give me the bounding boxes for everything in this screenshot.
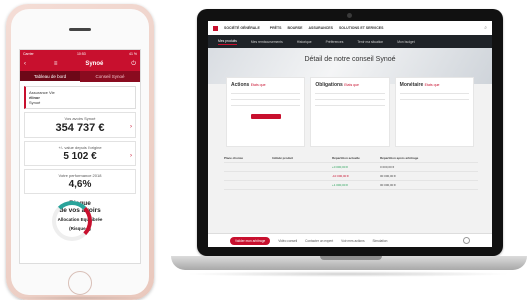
tab-tableau-de-bord[interactable]: Tableau de bord bbox=[20, 71, 80, 82]
search-icon[interactable]: ⌕ bbox=[484, 25, 487, 31]
nav-assurances[interactable]: ASSURANCES bbox=[308, 26, 333, 30]
subnav-mes-produits[interactable]: Mes produits bbox=[218, 39, 237, 45]
status-battery: 41 % bbox=[129, 51, 137, 56]
col-apres: Répartition après arbitrage bbox=[380, 156, 419, 160]
tab-conseil-synoe[interactable]: Conseil Synoé bbox=[80, 71, 140, 82]
help-icon[interactable] bbox=[463, 237, 470, 244]
card-actions: Actions Etats que bbox=[226, 77, 306, 147]
row-amount: 00 000,00 € bbox=[380, 174, 396, 178]
col-produit: Intitulé produit bbox=[272, 156, 293, 160]
nav-solutions[interactable]: SOLUTIONS ET SERVICES bbox=[339, 26, 383, 30]
camera-icon bbox=[347, 13, 352, 18]
menu-icon[interactable]: ≡ bbox=[54, 61, 58, 67]
status-time: 10:53 bbox=[76, 51, 86, 56]
stage: Carrier 10:53 41 % ‹ ≡ Synoé ⏻ Tableau d… bbox=[0, 0, 529, 300]
subnav-situation[interactable]: Tenir ma situation bbox=[357, 40, 383, 44]
row-delta: -10 000,00 € bbox=[332, 174, 349, 178]
table-header: Place choisie Intitulé produit Répartiti… bbox=[224, 154, 478, 163]
card-obligations-tag: Etats que bbox=[344, 83, 360, 87]
subnav-preferences[interactable]: Préférences bbox=[326, 40, 344, 44]
performance-label: Votre performance 2018 bbox=[58, 173, 102, 178]
link-simulation[interactable]: Simulation bbox=[373, 239, 388, 243]
card-obligations: Obligations Etats que bbox=[310, 77, 390, 147]
plus-value-label: +/- value depuis l'origine bbox=[58, 145, 102, 150]
phone-shadow bbox=[10, 296, 150, 300]
table-row[interactable]: -10 000,00 € 00 000,00 € bbox=[224, 172, 478, 181]
divider bbox=[231, 105, 301, 106]
performance-card: Votre performance 2018 4,6% bbox=[24, 169, 136, 194]
avoirs-value: 354 737 € bbox=[55, 122, 105, 134]
back-icon[interactable]: ‹ bbox=[24, 61, 26, 67]
performance-value: 4,6% bbox=[68, 179, 92, 190]
arbitrage-table: Place choisie Intitulé produit Répartiti… bbox=[224, 154, 478, 190]
divider bbox=[315, 93, 385, 94]
subnav-historique[interactable]: Historique bbox=[297, 40, 312, 44]
avoirs-label: Vos avoirs Synoé bbox=[64, 116, 96, 121]
status-carrier: Carrier bbox=[23, 51, 34, 56]
laptop-notch bbox=[320, 256, 382, 260]
row-amount: 0 000,00 € bbox=[380, 165, 395, 169]
laptop-shadow bbox=[185, 271, 511, 277]
bank-logo[interactable] bbox=[213, 25, 218, 31]
link-video[interactable]: Vidéo conseil bbox=[278, 239, 297, 243]
card-actions-title: Actions bbox=[231, 82, 250, 88]
allocation-cards: Actions Etats que Obligations Etats que … bbox=[226, 77, 474, 147]
divider bbox=[399, 93, 469, 94]
nav-prets[interactable]: PRÊTS bbox=[270, 26, 282, 30]
divider bbox=[231, 93, 301, 94]
card-monetaire-title: Monétaire bbox=[399, 82, 424, 88]
brand-name[interactable]: SOCIÉTÉ GÉNÉRALE bbox=[224, 26, 260, 30]
account-product: Synoé bbox=[29, 100, 41, 105]
account-card[interactable]: Assurance Vie élinor Synoé bbox=[24, 86, 136, 109]
row-delta: +1 000,00 € bbox=[332, 183, 348, 187]
home-button[interactable] bbox=[68, 271, 92, 295]
col-actuelle: Répartition actuelle bbox=[332, 156, 360, 160]
phone-device: Carrier 10:53 41 % ‹ ≡ Synoé ⏻ Tableau d… bbox=[6, 4, 154, 300]
table-row[interactable]: +0 000,00 € 0 000,00 € bbox=[224, 163, 478, 172]
laptop-screen: SOCIÉTÉ GÉNÉRALE PRÊTS BOURSE ASSURANCES… bbox=[208, 21, 492, 247]
row-delta: +0 000,00 € bbox=[332, 165, 348, 169]
divider bbox=[315, 99, 385, 100]
validate-arbitrage-button[interactable]: Valider mon arbitrage bbox=[230, 236, 271, 245]
table-row[interactable]: +1 000,00 € 00 000,00 € bbox=[224, 181, 478, 190]
power-icon[interactable]: ⏻ bbox=[131, 61, 136, 67]
chevron-right-icon: › bbox=[130, 124, 132, 130]
link-contact[interactable]: Contacter un expert bbox=[305, 239, 333, 243]
divider bbox=[315, 105, 385, 106]
page-title: Détail de notre conseil Synoé bbox=[304, 56, 396, 63]
card-monetaire-tag: Etats que bbox=[424, 83, 440, 87]
divider bbox=[399, 99, 469, 100]
row-amount: 00 000,00 € bbox=[380, 183, 396, 187]
tab-bar: Tableau de bord Conseil Synoé bbox=[20, 71, 140, 82]
plus-value-value: 5 102 € bbox=[63, 151, 97, 162]
phone-body: Carrier 10:53 41 % ‹ ≡ Synoé ⏻ Tableau d… bbox=[11, 9, 149, 295]
phone-speaker bbox=[69, 28, 91, 31]
nav-bourse[interactable]: BOURSE bbox=[287, 26, 302, 30]
card-monetaire: Monétaire Etats que bbox=[394, 77, 474, 147]
laptop-lid: SOCIÉTÉ GÉNÉRALE PRÊTS BOURSE ASSURANCES… bbox=[197, 9, 503, 256]
sub-nav: Mes produits Mes remboursements Historiq… bbox=[208, 35, 492, 48]
site-header: SOCIÉTÉ GÉNÉRALE PRÊTS BOURSE ASSURANCES… bbox=[208, 21, 492, 35]
action-bar: Valider mon arbitrage Vidéo conseil Cont… bbox=[208, 233, 492, 247]
chevron-right-icon: › bbox=[130, 153, 132, 159]
link-actions[interactable]: Voir mes actions bbox=[341, 239, 364, 243]
app-title: Synoé bbox=[85, 61, 104, 67]
subnav-budget[interactable]: Mon budget bbox=[397, 40, 414, 44]
avoirs-card[interactable]: Vos avoirs Synoé 354 737 € › bbox=[24, 112, 136, 138]
plus-value-card[interactable]: +/- value depuis l'origine 5 102 € › bbox=[24, 141, 136, 166]
status-bar: Carrier 10:53 41 % bbox=[20, 50, 140, 57]
card-actions-tag: Etats que bbox=[250, 83, 266, 87]
subnav-remboursements[interactable]: Mes remboursements bbox=[251, 40, 283, 44]
divider bbox=[231, 99, 301, 100]
risk-gauge bbox=[52, 201, 92, 241]
details-button[interactable] bbox=[250, 114, 281, 119]
card-obligations-title: Obligations bbox=[315, 82, 343, 88]
app-bar: ‹ ≡ Synoé ⏻ bbox=[20, 57, 140, 71]
col-place: Place choisie bbox=[224, 156, 244, 160]
